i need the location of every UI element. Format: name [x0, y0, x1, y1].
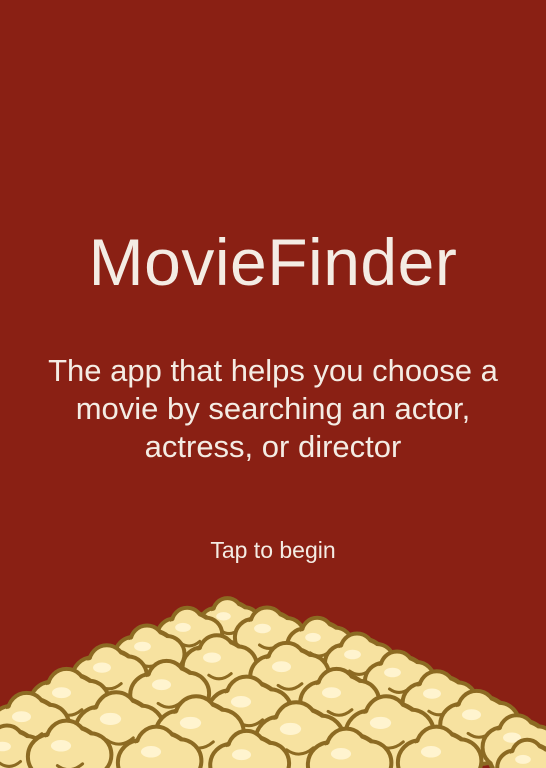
- splash-screen: MovieFinder The app that helps you choos…: [0, 0, 546, 768]
- app-title: MovieFinder: [88, 225, 458, 299]
- app-tagline: The app that helps you choose a movie by…: [48, 353, 498, 464]
- tap-to-begin-button[interactable]: Tap to begin: [0, 533, 546, 567]
- popcorn-illustration: [0, 596, 546, 768]
